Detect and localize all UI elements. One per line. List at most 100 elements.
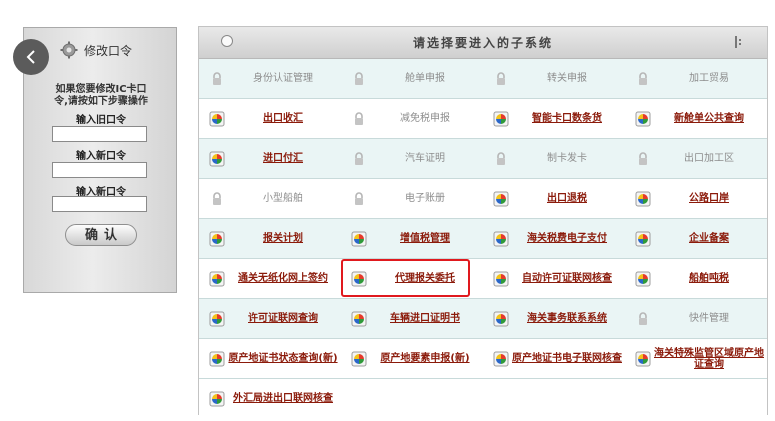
- subsystem-link[interactable]: 报关计划: [199, 219, 341, 258]
- panel-title: 修改口令: [84, 43, 133, 58]
- subsystem-link[interactable]: 原产地证书状态查询(新): [199, 339, 341, 378]
- subsystem-label[interactable]: 原产地证书状态查询(新): [227, 339, 339, 378]
- subsystem-locked: 加工贸易: [625, 59, 767, 98]
- app-icon: [493, 311, 509, 327]
- subsystem-link[interactable]: 出口收汇: [199, 99, 341, 138]
- subsystem-link[interactable]: 进口付汇: [199, 139, 341, 178]
- subsystem-title: 请选择要进入的子系统: [412, 36, 553, 50]
- subsystem-link[interactable]: 原产地证书电子联网核查: [483, 339, 625, 378]
- instruction-line: 如果您要修改IC卡口: [55, 84, 147, 95]
- subsystem-label: 转关申报: [547, 73, 587, 84]
- subsystem-link[interactable]: 船舶吨税: [625, 259, 767, 298]
- lock-icon: [355, 112, 363, 125]
- subsystem-link[interactable]: 出口退税: [483, 179, 625, 218]
- app-icon: [493, 351, 509, 367]
- subsystem-label[interactable]: 出口收汇: [227, 99, 339, 138]
- old-password-label: 输入旧口令: [76, 115, 126, 126]
- table-row: 外汇局进出口联网核查: [199, 379, 767, 418]
- subsystem-link[interactable]: 增值税管理: [341, 219, 483, 258]
- subsystem-label: 小型船舶: [263, 193, 303, 204]
- subsystem-header: 请选择要进入的子系统: [199, 27, 767, 59]
- subsystem-link[interactable]: 许可证联网查询: [199, 299, 341, 338]
- subsystem-link[interactable]: 智能卡口数条货: [483, 99, 625, 138]
- subsystem-label[interactable]: 出口退税: [511, 179, 623, 218]
- lock-icon: [497, 72, 505, 85]
- subsystem-label[interactable]: 进口付汇: [227, 139, 339, 178]
- instruction-line: 令,请按如下步骤操作: [54, 96, 148, 107]
- lock-icon: [213, 72, 221, 85]
- subsystem-label[interactable]: 原产地要素申报(新): [369, 339, 481, 378]
- subsystem-label[interactable]: 车辆进口证明书: [369, 299, 481, 338]
- subsystem-label[interactable]: 通关无纸化网上签约: [227, 259, 339, 298]
- subsystem-label: 出口加工区: [684, 153, 734, 164]
- subsystem-label[interactable]: 自动许可证联网核查: [511, 259, 623, 298]
- app-icon: [209, 271, 225, 287]
- subsystem-label: 快件管理: [689, 313, 729, 324]
- app-icon: [493, 271, 509, 287]
- panel-header: 修改口令: [60, 40, 132, 60]
- subsystem-label[interactable]: 增值税管理: [369, 219, 481, 258]
- subsystem-link[interactable]: 海关税费电子支付: [483, 219, 625, 258]
- subsystem-link[interactable]: 公路口岸: [625, 179, 767, 218]
- app-icon: [209, 391, 225, 407]
- subsystem-label: 汽车证明: [405, 153, 445, 164]
- subsystem-locked: 制卡发卡: [483, 139, 625, 178]
- lock-icon: [639, 312, 647, 325]
- subsystem-label[interactable]: 公路口岸: [653, 179, 765, 218]
- subsystem-link[interactable]: 原产地要素申报(新): [341, 339, 483, 378]
- app-icon: [351, 311, 367, 327]
- subsystem-label[interactable]: 海关特殊监管区域原产地证查询: [653, 339, 765, 378]
- subsystem-label[interactable]: 报关计划: [227, 219, 339, 258]
- confirm-password-field[interactable]: [52, 196, 147, 212]
- app-icon: [209, 351, 225, 367]
- app-icon: [209, 311, 225, 327]
- app-icon: [209, 231, 225, 247]
- subsystem-label[interactable]: 船舶吨税: [653, 259, 765, 298]
- subsystem-locked: 小型船舶: [199, 179, 341, 218]
- subsystem-label[interactable]: 海关事务联系系统: [511, 299, 623, 338]
- subsystem-locked: 转关申报: [483, 59, 625, 98]
- subsystem-link[interactable]: 新舱单公共查询: [625, 99, 767, 138]
- selection-highlight: [341, 259, 470, 297]
- subsystem-link[interactable]: 外汇局进出口联网核查: [199, 379, 341, 418]
- lock-icon: [355, 152, 363, 165]
- subsystem-link[interactable]: 企业备案: [625, 219, 767, 258]
- subsystem-label[interactable]: 新舱单公共查询: [653, 99, 765, 138]
- new-password-field[interactable]: [52, 162, 147, 178]
- subsystem-label[interactable]: 许可证联网查询: [227, 299, 339, 338]
- app-icon: [635, 191, 651, 207]
- handle-icon: [735, 36, 741, 48]
- subsystem-link[interactable]: 自动许可证联网核查: [483, 259, 625, 298]
- chevron-left-icon: [26, 50, 35, 64]
- app-icon: [493, 191, 509, 207]
- subsystem-link[interactable]: 海关事务联系系统: [483, 299, 625, 338]
- subsystem-grid: 身份认证管理 舱单申报 转关申报 加工贸易 出口收汇 减免税申报 智能卡口数条货 新舱单公共查…: [199, 59, 767, 418]
- lock-icon: [639, 72, 647, 85]
- app-icon: [351, 351, 367, 367]
- subsystem-link[interactable]: 通关无纸化网上签约: [199, 259, 341, 298]
- back-button[interactable]: [13, 39, 49, 75]
- subsystem-label[interactable]: 智能卡口数条货: [511, 99, 623, 138]
- subsystem-label[interactable]: 企业备案: [653, 219, 765, 258]
- old-password-field[interactable]: [52, 126, 147, 142]
- table-row: 原产地证书状态查询(新) 原产地要素申报(新) 原产地证书电子联网核查 海关特殊监管区…: [199, 339, 767, 379]
- subsystem-locked: 快件管理: [625, 299, 767, 338]
- subsystem-label[interactable]: 外汇局进出口联网核查: [227, 379, 339, 418]
- table-row: 通关无纸化网上签约 代理报关委托 自动许可证联网核查 船舶吨税: [199, 259, 767, 299]
- lock-icon: [355, 192, 363, 205]
- subsystem-locked: 舱单申报: [341, 59, 483, 98]
- app-icon: [635, 271, 651, 287]
- subsystem-link[interactable]: 车辆进口证明书: [341, 299, 483, 338]
- app-icon: [635, 231, 651, 247]
- subsystem-label[interactable]: 海关税费电子支付: [511, 219, 623, 258]
- subsystem-label: 身份认证管理: [253, 73, 313, 84]
- table-row: 许可证联网查询 车辆进口证明书 海关事务联系系统 快件管理: [199, 299, 767, 339]
- subsystem-locked: 身份认证管理: [199, 59, 341, 98]
- subsystem-link[interactable]: 海关特殊监管区域原产地证查询: [625, 339, 767, 378]
- subsystem-label: 制卡发卡: [547, 153, 587, 164]
- subsystem-label[interactable]: 原产地证书电子联网核查: [511, 339, 623, 378]
- lock-icon: [213, 192, 221, 205]
- app-icon: [635, 351, 651, 367]
- confirm-button[interactable]: 确认: [65, 224, 137, 246]
- lock-icon: [639, 152, 647, 165]
